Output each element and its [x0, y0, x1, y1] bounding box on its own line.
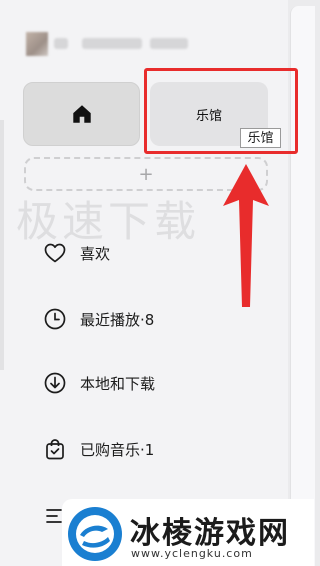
username-blurred	[54, 38, 68, 49]
username-blurred	[150, 38, 188, 49]
download-icon	[42, 370, 68, 396]
brand-title: 冰棱游戏网	[130, 516, 290, 551]
nav-item-label: 本地和下载	[80, 374, 156, 393]
red-arrow-annotation	[223, 164, 269, 307]
home-tile[interactable]	[23, 82, 140, 146]
heart-icon	[42, 240, 68, 266]
nav-item-label: 已购音乐·1	[80, 440, 155, 459]
nav-item-purchased[interactable]: 已购音乐·1	[42, 436, 154, 462]
shopping-bag-icon	[42, 436, 68, 462]
username-blurred	[82, 38, 142, 49]
home-icon	[72, 105, 91, 123]
nav-item-local-downloads[interactable]: 本地和下载	[42, 370, 155, 396]
window-edge	[0, 120, 4, 370]
avatar[interactable]	[26, 32, 48, 56]
brand-url: www.yclengku.com	[131, 547, 253, 560]
nav-item-label: 最近播放·8	[80, 310, 155, 329]
brand-logo-icon	[68, 507, 122, 561]
nav-item-recent[interactable]: 最近播放·8	[42, 306, 154, 332]
nav-item-label: 喜欢	[80, 244, 111, 263]
tooltip: 乐馆	[240, 128, 281, 148]
nav-item-likes[interactable]: 喜欢	[42, 240, 110, 266]
plus-icon: +	[138, 163, 154, 185]
clock-icon	[42, 306, 68, 332]
